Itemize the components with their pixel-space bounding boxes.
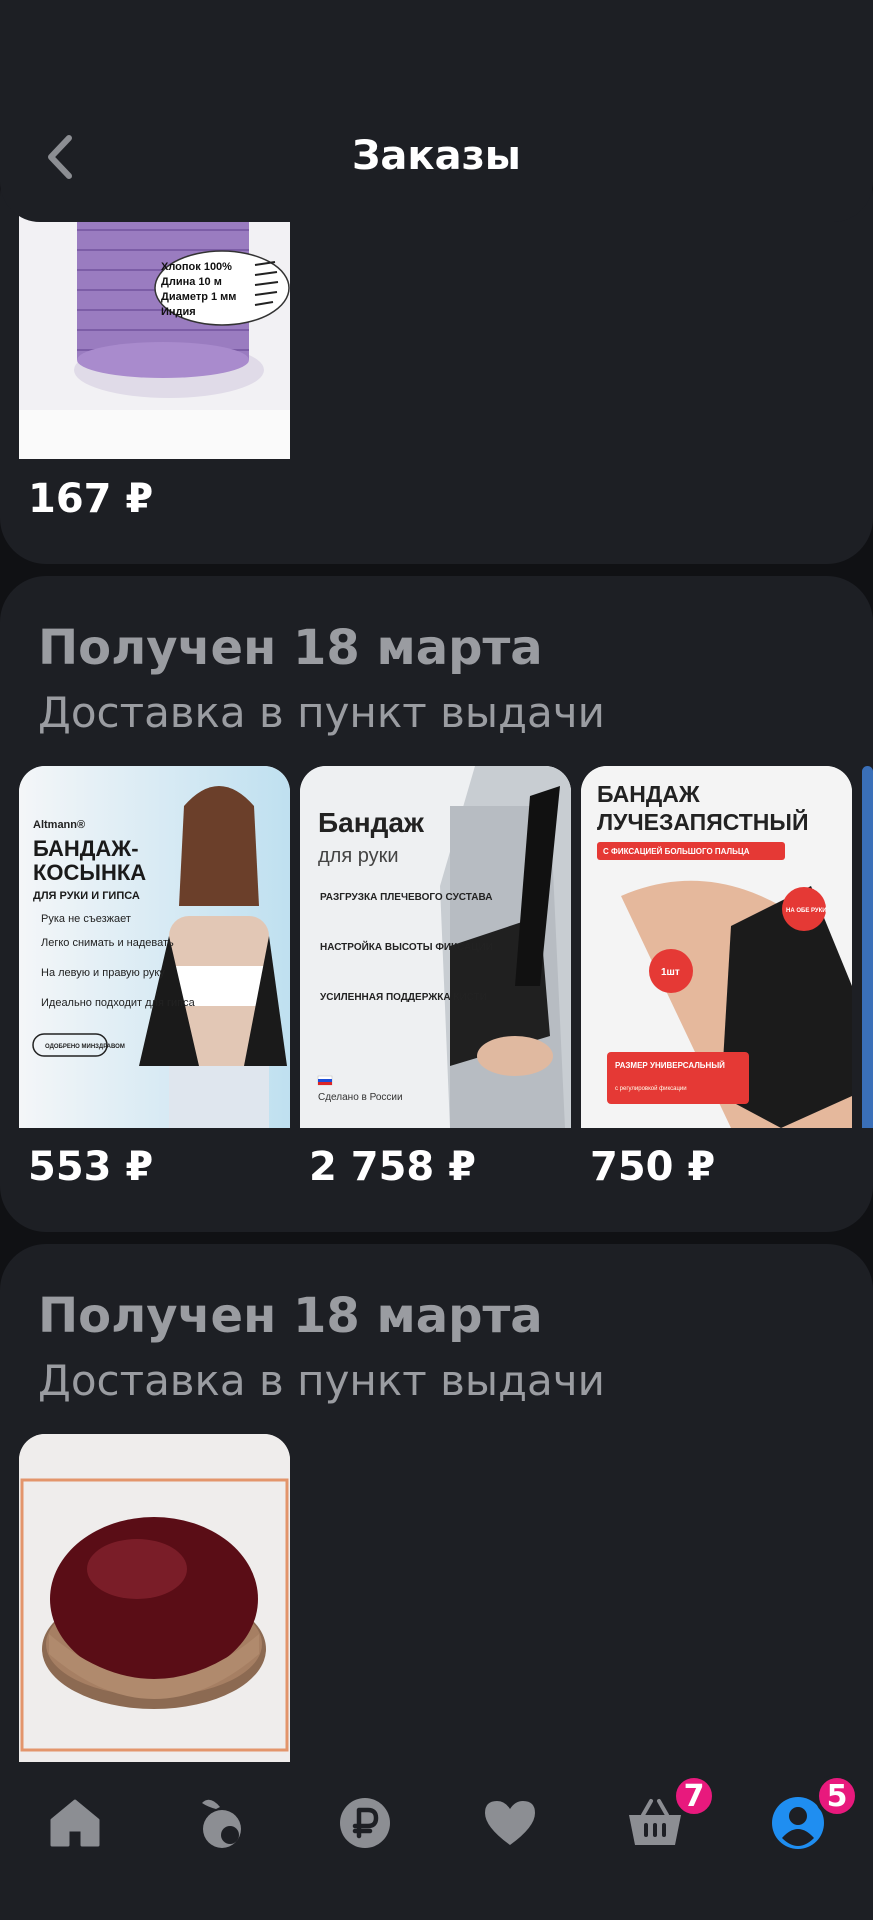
product-price: 167 ₽: [28, 476, 154, 522]
bottom-navigation: 7 5: [0, 1762, 873, 1920]
svg-text:с регулировкой фиксации: с регулировкой фиксации: [615, 1085, 687, 1092]
order-status: Получен 18 марта: [38, 620, 543, 676]
product-image-partial[interactable]: [862, 766, 873, 1128]
page-title: Заказы: [352, 133, 521, 179]
home-icon: [50, 1799, 100, 1847]
svg-text:БАНДАЖ- КОСЫНКА: БАНДАЖ- КОСЫНКА: [33, 836, 146, 885]
nav-favorites[interactable]: [479, 1792, 541, 1854]
svg-text:Altmann®: Altmann®: [33, 819, 85, 831]
svg-text:для руки: для руки: [318, 845, 399, 867]
top-app-bar: Заказы: [0, 0, 873, 222]
svg-text:ДЛЯ РУКИ И ГИПСА: ДЛЯ РУКИ И ГИПСА: [33, 890, 140, 902]
cart-count-badge: 7: [672, 1774, 716, 1818]
svg-text:Сделано в России: Сделано в России: [318, 1092, 403, 1103]
order-card[interactable]: Получен 18 марта Доставка в пункт выдачи…: [0, 576, 873, 1232]
svg-text:Бандаж: Бандаж: [318, 807, 425, 838]
nav-home[interactable]: [44, 1792, 106, 1854]
nav-finance[interactable]: [334, 1792, 396, 1854]
label-line: Хлопок 100%: [161, 261, 232, 273]
nav-catalog[interactable]: [189, 1792, 251, 1854]
catalog-icon: [202, 1799, 241, 1848]
svg-text:ОДОБРЕНО МИНЗДРАВОМ: ОДОБРЕНО МИНЗДРАВОМ: [45, 1044, 125, 1050]
profile-notification-badge: 5: [815, 1774, 859, 1818]
heart-icon: [485, 1801, 535, 1845]
product-image-sling[interactable]: Altmann® БАНДАЖ- КОСЫНКА ДЛЯ РУКИ И ГИПС…: [19, 766, 290, 1128]
product-price: 553 ₽: [28, 1144, 154, 1190]
product-price: 750 ₽: [590, 1144, 716, 1190]
svg-text:НА ОБЕ РУКИ: НА ОБЕ РУКИ: [786, 908, 827, 914]
nav-profile[interactable]: 5: [767, 1774, 859, 1854]
product-price: 2 758 ₽: [309, 1144, 477, 1190]
delivery-method: Доставка в пункт выдачи: [38, 688, 605, 737]
delivery-method: Доставка в пункт выдачи: [38, 1356, 605, 1405]
product-image-arm-bandage[interactable]: Бандаж для руки РАЗГРУЗКА ПЛЕЧЕВОГО СУСТ…: [300, 766, 571, 1128]
svg-text:РАЗМЕР УНИВЕРСАЛЬНЫЙ: РАЗМЕР УНИВЕРСАЛЬНЫЙ: [615, 1061, 725, 1070]
ruble-icon: [340, 1798, 390, 1848]
product-image-wrist-bandage[interactable]: БАНДАЖ ЛУЧЕЗАПЯСТНЫЙ С ФИКСАЦИЕЙ БОЛЬШОГ…: [581, 766, 852, 1128]
product-image-pincushion[interactable]: [19, 1434, 290, 1764]
order-status: Получен 18 марта: [38, 1288, 543, 1344]
svg-text:С ФИКСАЦИЕЙ БОЛЬШОГО ПАЛЬЦА: С ФИКСАЦИЕЙ БОЛЬШОГО ПАЛЬЦА: [603, 847, 750, 856]
svg-text:1шт: 1шт: [661, 967, 680, 978]
nav-cart[interactable]: 7: [624, 1774, 716, 1854]
